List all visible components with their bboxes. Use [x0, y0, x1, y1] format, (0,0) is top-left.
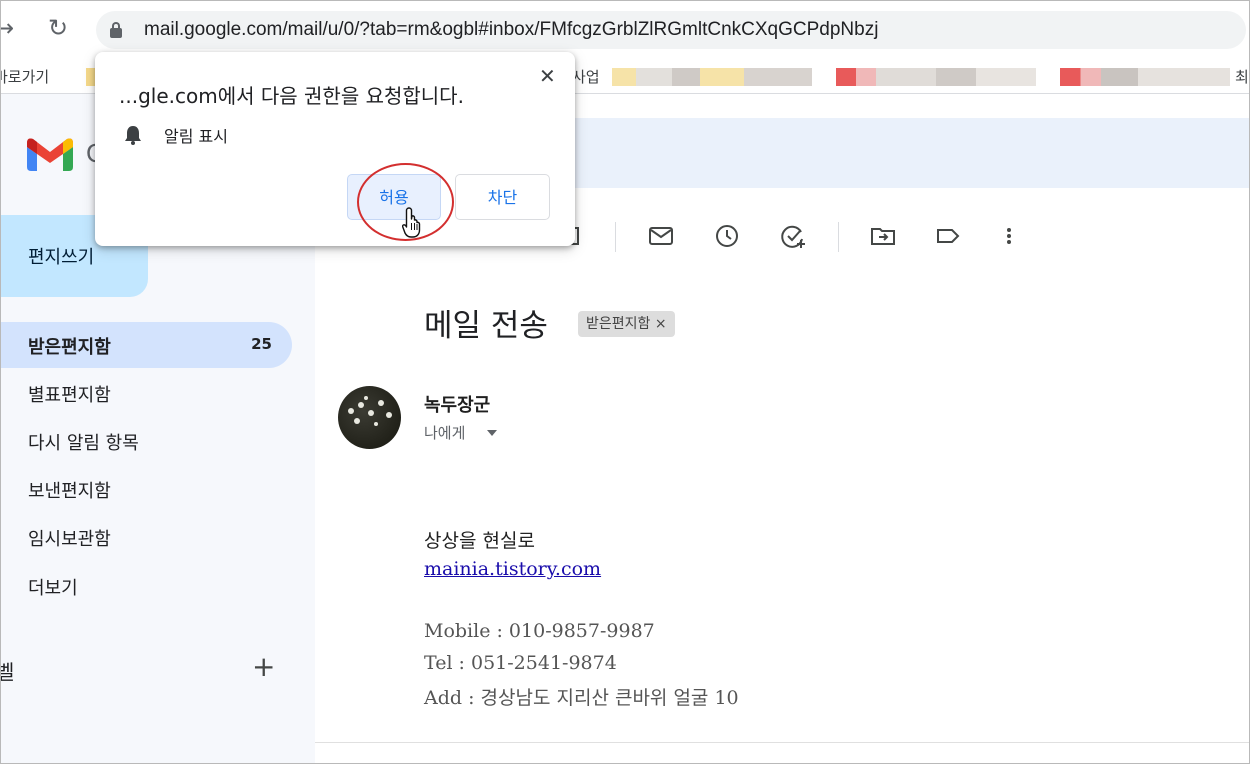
address-bar[interactable]: mail.google.com/mail/u/0/?tab=rm&ogbl#in… — [96, 11, 1246, 49]
add-task-icon[interactable] — [779, 222, 807, 250]
sidebar-item-label: 임시보관함 — [28, 529, 111, 550]
chip-remove-icon[interactable]: × — [655, 316, 667, 332]
gmail-logo-icon[interactable] — [27, 137, 73, 171]
popup-title: ...gle.com에서 다음 권한을 요청합니다. — [119, 84, 464, 108]
reload-icon[interactable]: ↻ — [48, 14, 68, 42]
toolbar-divider — [838, 222, 839, 252]
labels-heading: 벨 — [0, 660, 15, 684]
recipient-text[interactable]: 나에게 — [424, 422, 465, 443]
bookmark-blurred-group[interactable] — [612, 68, 812, 86]
signature-link[interactable]: mainia.tistory.com — [424, 558, 601, 580]
toolbar-divider — [615, 222, 616, 252]
browser-toolbar: → ↻ mail.google.com/mail/u/0/?tab=rm&ogb… — [0, 0, 1250, 58]
move-to-icon[interactable] — [869, 222, 897, 250]
permission-label: 알림 표시 — [164, 127, 228, 146]
label-icon[interactable] — [934, 222, 962, 250]
sidebar-item-label: 다시 알림 항목 — [28, 433, 139, 454]
url-text[interactable]: mail.google.com/mail/u/0/?tab=rm&ogbl#in… — [144, 19, 878, 41]
bookmark-blurred-group[interactable] — [836, 68, 1036, 86]
bookmark-blurred-group[interactable] — [1060, 68, 1230, 86]
sidebar-item-label: 받은편지함 — [28, 337, 111, 358]
sidebar-item-label: 별표편지함 — [28, 385, 111, 406]
back-arrow-icon[interactable]: → — [0, 14, 14, 42]
signature-mobile: Mobile : 010-9857-9987 — [424, 620, 655, 642]
more-vert-icon[interactable] — [995, 222, 1023, 250]
close-icon[interactable]: ✕ — [539, 64, 556, 88]
bookmark-shortcuts[interactable]: 바로가기 — [0, 66, 49, 87]
sender-name[interactable]: 녹두장군 — [424, 391, 490, 417]
bookmark-business[interactable]: 사업 — [572, 66, 600, 87]
compose-label: 편지쓰기 — [28, 247, 95, 268]
sidebar-item-inbox[interactable]: 받은편지함 25 — [0, 322, 292, 368]
avatar[interactable] — [338, 386, 401, 449]
mark-unread-icon[interactable] — [647, 222, 675, 250]
bell-icon — [125, 126, 141, 145]
body-line: 상상을 현실로 — [424, 530, 535, 552]
sidebar-item-sent[interactable]: 보낸편지함 — [0, 466, 292, 512]
message-subject: 메일 전송 — [424, 308, 548, 344]
sidebar-item-label: 더보기 — [28, 578, 78, 599]
sidebar-item-more[interactable]: 더보기 — [0, 563, 292, 609]
hand-cursor-icon — [402, 207, 421, 238]
unread-count: 25 — [251, 335, 272, 353]
permission-popup: ...gle.com에서 다음 권한을 요청합니다. ✕ 알림 표시 허용 차단 — [95, 52, 575, 246]
block-button[interactable]: 차단 — [455, 174, 550, 220]
bookmark-truncated[interactable]: 최 — [1235, 66, 1249, 87]
signature-address: Add : 경상남도 지리산 큰바위 얼굴 10 — [424, 687, 739, 709]
lock-icon[interactable] — [110, 22, 122, 38]
divider — [315, 742, 1250, 743]
signature-tel: Tel : 051-2541-9874 — [424, 652, 617, 674]
sidebar-item-starred[interactable]: 별표편지함 — [0, 370, 292, 416]
sidebar-item-drafts[interactable]: 임시보관함 — [0, 514, 292, 560]
sidebar-item-snoozed[interactable]: 다시 알림 항목 — [0, 418, 292, 464]
chip-label: 받은편지함 — [586, 316, 651, 332]
add-label-button[interactable]: + — [252, 650, 275, 683]
snooze-icon[interactable] — [713, 222, 741, 250]
inbox-label-chip[interactable]: 받은편지함 × — [578, 311, 675, 337]
sidebar-item-label: 보낸편지함 — [28, 481, 111, 502]
chevron-down-icon[interactable] — [487, 430, 497, 436]
